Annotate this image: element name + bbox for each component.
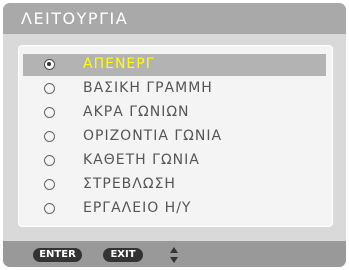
option-horizontal-corner[interactable]: ΟΡΙΖΟΝΤΙΑ ΓΩΝΙΑ — [23, 126, 326, 148]
option-label: ΕΡΓΑΛΕΙΟ Η/Υ — [83, 200, 192, 216]
radio-button-icon — [44, 107, 55, 118]
option-label: ΑΚΡΑ ΓΩΝΙΩΝ — [83, 104, 190, 120]
radio-button-icon — [44, 83, 55, 94]
option-corner-extremes[interactable]: ΑΚΡΑ ΓΩΝΙΩΝ — [23, 102, 326, 124]
title-bar: ΛΕΙΤΟΥΡΓΙΑ — [3, 3, 346, 34]
option-pc-tool[interactable]: ΕΡΓΑΛΕΙΟ Η/Υ — [23, 198, 326, 220]
radio-button-icon — [44, 155, 55, 166]
radio-button-icon — [44, 131, 55, 142]
radio-dot-icon — [47, 62, 51, 66]
option-baseline[interactable]: ΒΑΣΙΚΗ ΓΡΑΜΜΗ — [23, 78, 326, 100]
option-warping[interactable]: ΣΤΡΕΒΛΩΣΗ — [23, 174, 326, 196]
radio-button-icon — [44, 179, 55, 190]
radio-button-icon — [44, 203, 55, 214]
option-label: ΒΑΣΙΚΗ ΓΡΑΜΜΗ — [83, 80, 213, 96]
option-vertical-corner[interactable]: ΚΑΘΕΤΗ ΓΩΝΙΑ — [23, 150, 326, 172]
option-off[interactable]: ΑΠΕΝΕΡΓ — [23, 54, 326, 76]
options-panel: ΑΠΕΝΕΡΓ ΒΑΣΙΚΗ ΓΡΑΜΜΗ ΑΚΡΑ ΓΩΝΙΩΝ ΟΡΙΖΟΝ… — [18, 45, 333, 227]
option-label: ΚΑΘΕΤΗ ΓΩΝΙΑ — [83, 152, 200, 168]
menu-title: ΛΕΙΤΟΥΡΓΙΑ — [21, 9, 129, 28]
option-label: ΟΡΙΖΟΝΤΙΑ ΓΩΝΙΑ — [83, 128, 223, 144]
up-down-arrows-icon — [170, 247, 178, 263]
option-label: ΑΠΕΝΕΡΓ — [83, 56, 155, 72]
exit-key-badge: EXIT — [103, 248, 143, 262]
footer-key-guide: ENTER EXIT — [3, 241, 346, 267]
option-label: ΣΤΡΕΒΛΩΣΗ — [83, 176, 176, 192]
enter-key-badge: ENTER — [33, 248, 82, 262]
osd-menu-window: ΛΕΙΤΟΥΡΓΙΑ ΑΠΕΝΕΡΓ ΒΑΣΙΚΗ ΓΡΑΜΜΗ ΑΚΡΑ ΓΩ… — [0, 0, 349, 270]
radio-button-selected-icon — [44, 59, 55, 70]
